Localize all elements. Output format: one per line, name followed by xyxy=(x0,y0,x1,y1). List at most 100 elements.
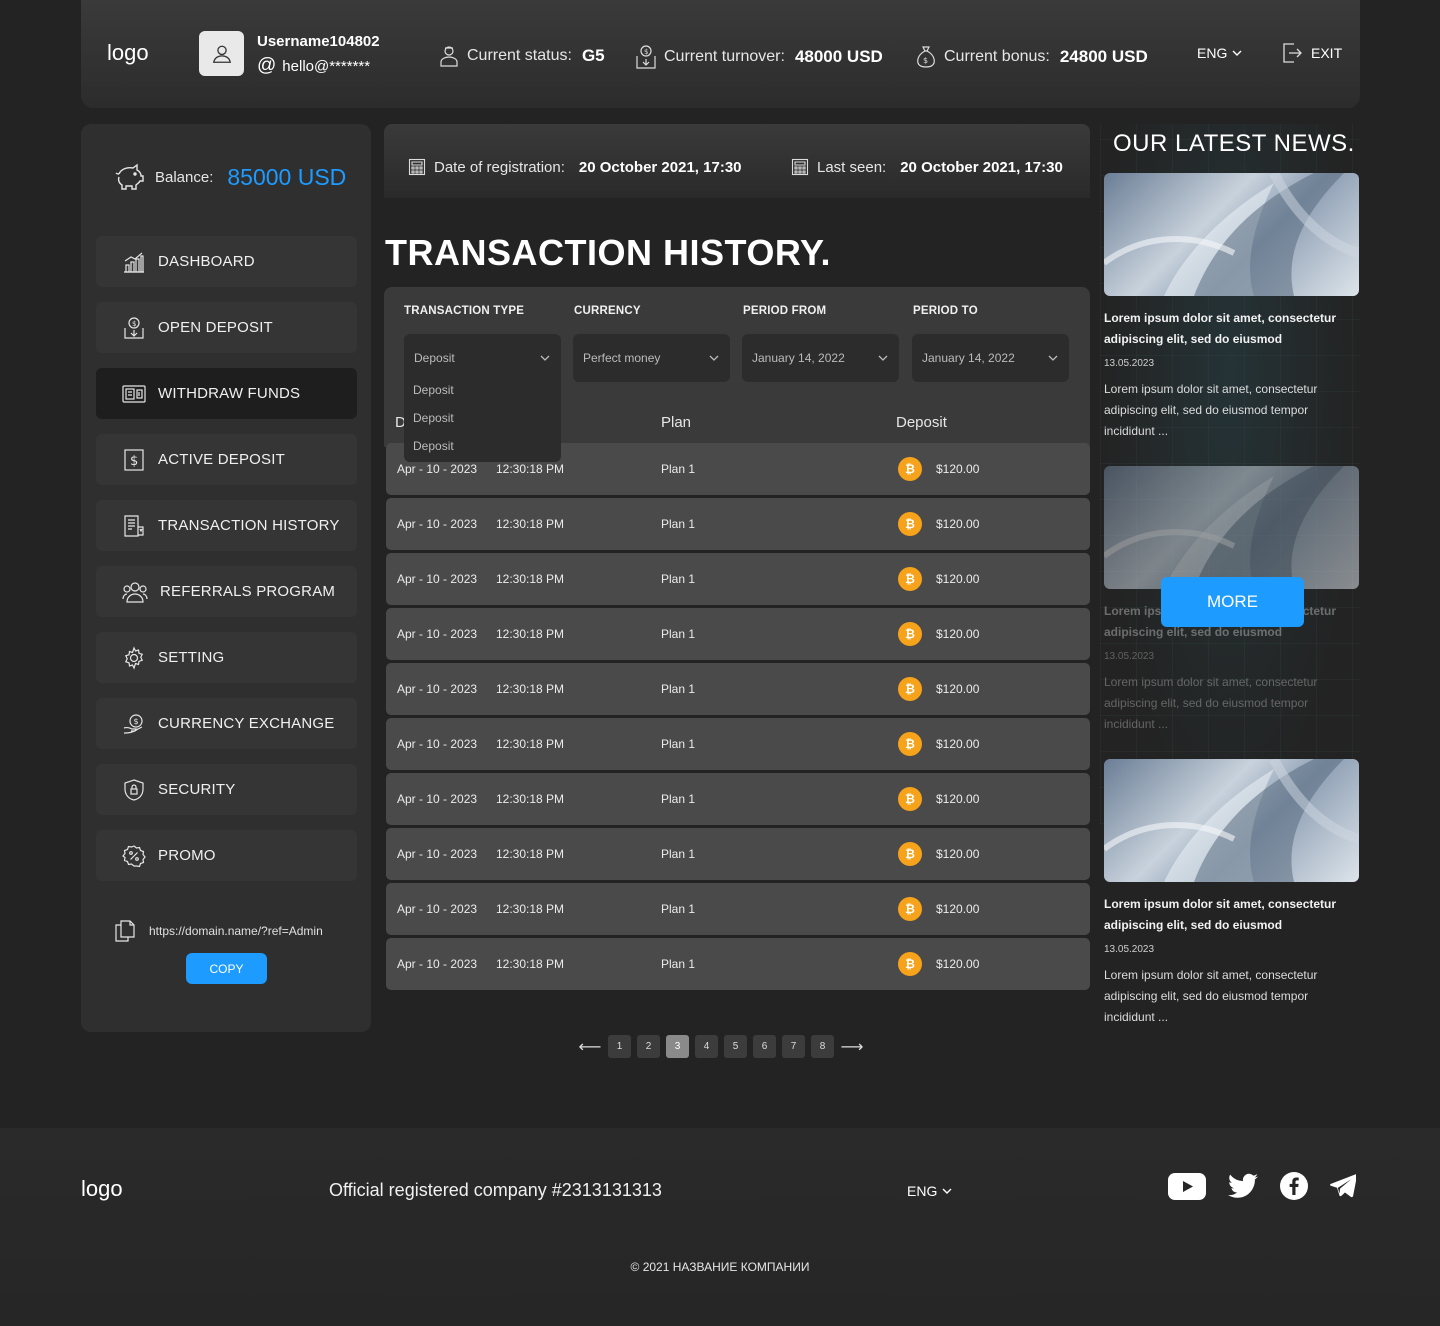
table-row[interactable]: Apr - 10 - 2023 12:30:18 PM Plan 1 ₿ $120.00 xyxy=(386,718,1090,770)
svg-text:$: $ xyxy=(134,717,139,726)
row-date: Apr - 10 - 2023 xyxy=(397,847,478,861)
footer-language-selector[interactable]: ENG xyxy=(907,1183,953,1199)
news-image[interactable] xyxy=(1104,466,1359,589)
bitcoin-icon: ₿ xyxy=(898,787,922,811)
user-avatar[interactable] xyxy=(199,31,244,76)
registration-date: Date of registration: 20 October 2021, 1… xyxy=(408,158,742,176)
row-plan: Plan 1 xyxy=(661,957,696,971)
row-plan: Plan 1 xyxy=(661,902,696,916)
balance-label: Balance: xyxy=(155,168,214,186)
filter-type-label: TRANSACTION TYPE xyxy=(404,305,525,317)
svg-text:$: $ xyxy=(130,454,138,469)
table-row[interactable]: Apr - 10 - 2023 12:30:18 PM Plan 1 ₿ $120.00 xyxy=(386,828,1090,880)
at-icon: @ xyxy=(257,55,277,76)
footer-logo[interactable]: logo xyxy=(81,1176,123,1202)
twitter-icon[interactable] xyxy=(1228,1173,1258,1199)
user-email-value: hello@******* xyxy=(282,57,371,75)
period-from-select[interactable]: January 14, 2022 xyxy=(742,334,899,382)
sidebar-item-open-deposit[interactable]: $ OPEN DEPOSIT xyxy=(96,302,357,353)
sidebar-item-currency-exchange[interactable]: $ CURRENCY EXCHANGE xyxy=(96,698,357,749)
row-date: Apr - 10 - 2023 xyxy=(397,902,478,916)
row-time: 12:30:18 PM xyxy=(496,792,565,806)
transaction-type-select[interactable]: Deposit xyxy=(404,334,561,382)
filter-currency-label: CURRENCY xyxy=(574,305,641,317)
header-logo[interactable]: logo xyxy=(107,40,149,66)
copy-icon[interactable] xyxy=(113,919,137,943)
logout-icon xyxy=(1283,43,1302,63)
news-text: Lorem ipsum dolor sit amet, consectetur … xyxy=(1104,382,1318,438)
table-row[interactable]: Apr - 10 - 2023 12:30:18 PM Plan 1 ₿ $120.00 xyxy=(386,663,1090,715)
sidebar-item-transaction-history[interactable]: TRANSACTION HISTORY xyxy=(96,500,357,551)
turnover-value: 48000 USD xyxy=(794,47,883,66)
table-row[interactable]: Apr - 10 - 2023 12:30:18 PM Plan 1 ₿ $120.00 xyxy=(386,883,1090,935)
news-headline[interactable]: Lorem ipsum dolor sit amet, consectetur … xyxy=(1104,308,1360,350)
news-card[interactable]: Lorem ipsum dolor sit amet, consectetur … xyxy=(1104,173,1360,442)
more-news-button[interactable]: MORE xyxy=(1161,577,1304,627)
telegram-icon[interactable] xyxy=(1330,1174,1356,1198)
page-button[interactable]: 4 xyxy=(695,1035,718,1058)
news-card[interactable]: Lorem ipsum dolor sit amet, consectetur … xyxy=(1104,759,1360,1028)
exit-button[interactable]: EXIT xyxy=(1281,42,1342,64)
news-text: Lorem ipsum dolor sit amet, consectetur … xyxy=(1104,968,1318,1024)
language-selector[interactable]: ENG xyxy=(1197,45,1243,61)
news-image[interactable] xyxy=(1104,759,1359,882)
current-bonus: $ Current bonus: 24800 USD xyxy=(914,44,1148,70)
dropdown-option[interactable]: Deposit xyxy=(404,376,561,404)
row-date: Apr - 10 - 2023 xyxy=(397,517,478,531)
row-plan: Plan 1 xyxy=(661,737,696,751)
sidebar-item-dashboard[interactable]: DASHBOARD xyxy=(96,236,357,287)
referral-link-value[interactable]: https://domain.name/?ref=Admin xyxy=(149,924,323,938)
svg-text:$: $ xyxy=(132,320,137,328)
table-row[interactable]: Apr - 10 - 2023 12:30:18 PM Plan 1 ₿ $120.00 xyxy=(386,938,1090,990)
row-date: Apr - 10 - 2023 xyxy=(397,792,478,806)
row-time: 12:30:18 PM xyxy=(496,517,565,531)
period-to-select[interactable]: January 14, 2022 xyxy=(912,334,1069,382)
transaction-type-value: Deposit xyxy=(414,351,455,365)
sidebar-item-label: SETTING xyxy=(158,649,225,666)
page-button[interactable]: 2 xyxy=(637,1035,660,1058)
abstract-art-image xyxy=(1104,173,1359,296)
table-row[interactable]: Apr - 10 - 2023 12:30:18 PM Plan 1 ₿ $120.00 xyxy=(386,553,1090,605)
news-date: 13.05.2023 xyxy=(1104,944,1155,955)
row-amount: $120.00 xyxy=(936,627,980,641)
sidebar-item-setting[interactable]: SETTING xyxy=(96,632,357,683)
svg-text:$: $ xyxy=(923,56,928,65)
page-button[interactable]: 6 xyxy=(753,1035,776,1058)
bitcoin-icon: ₿ xyxy=(898,677,922,701)
gear-icon xyxy=(124,645,144,670)
dropdown-option[interactable]: Deposit xyxy=(404,432,561,460)
next-page-arrow[interactable]: ⟶ xyxy=(840,1035,864,1058)
news-date: 13.05.2023 xyxy=(1104,651,1155,662)
news-headline[interactable]: Lorem ipsum dolor sit amet, consectetur … xyxy=(1104,894,1360,936)
currency-value: Perfect money xyxy=(583,351,661,365)
page-button-current[interactable]: 3 xyxy=(666,1035,689,1058)
currency-select[interactable]: Perfect money xyxy=(573,334,730,382)
table-row[interactable]: Apr - 10 - 2023 12:30:18 PM Plan 1 ₿ $120.00 xyxy=(386,498,1090,550)
youtube-icon[interactable] xyxy=(1168,1172,1206,1200)
news-image[interactable] xyxy=(1104,173,1359,296)
transaction-filters: TRANSACTION TYPE CURRENCY PERIOD FROM PE… xyxy=(384,287,1090,462)
page-button[interactable]: 5 xyxy=(724,1035,747,1058)
page-button[interactable]: 1 xyxy=(608,1035,631,1058)
page-button[interactable]: 7 xyxy=(782,1035,805,1058)
row-date: Apr - 10 - 2023 xyxy=(397,627,478,641)
prev-page-arrow[interactable]: ⟵ xyxy=(578,1035,602,1058)
sidebar-item-active-deposit[interactable]: $ ACTIVE DEPOSIT xyxy=(96,434,357,485)
facebook-icon[interactable] xyxy=(1280,1172,1308,1200)
table-row[interactable]: Apr - 10 - 2023 12:30:18 PM Plan 1 ₿ $120.00 xyxy=(386,773,1090,825)
status-person-icon xyxy=(440,46,458,67)
sidebar-item-security[interactable]: SECURITY xyxy=(96,764,357,815)
dropdown-option[interactable]: Deposit xyxy=(404,404,561,432)
period-from-value: January 14, 2022 xyxy=(752,351,845,365)
chevron-down-icon xyxy=(1232,50,1242,56)
row-time: 12:30:18 PM xyxy=(496,572,565,586)
copy-button[interactable]: COPY xyxy=(186,953,267,984)
page-button[interactable]: 8 xyxy=(811,1035,834,1058)
sidebar-item-referrals-program[interactable]: REFERRALS PROGRAM xyxy=(96,566,357,617)
bitcoin-icon: ₿ xyxy=(898,732,922,756)
sidebar-item-promo[interactable]: PROMO xyxy=(96,830,357,881)
column-header-deposit: Deposit xyxy=(896,414,947,431)
turnover-label: Current turnover: xyxy=(664,48,785,65)
sidebar-item-withdraw-funds[interactable]: WITHDRAW FUNDS xyxy=(96,368,357,419)
table-row[interactable]: Apr - 10 - 2023 12:30:18 PM Plan 1 ₿ $120.00 xyxy=(386,608,1090,660)
